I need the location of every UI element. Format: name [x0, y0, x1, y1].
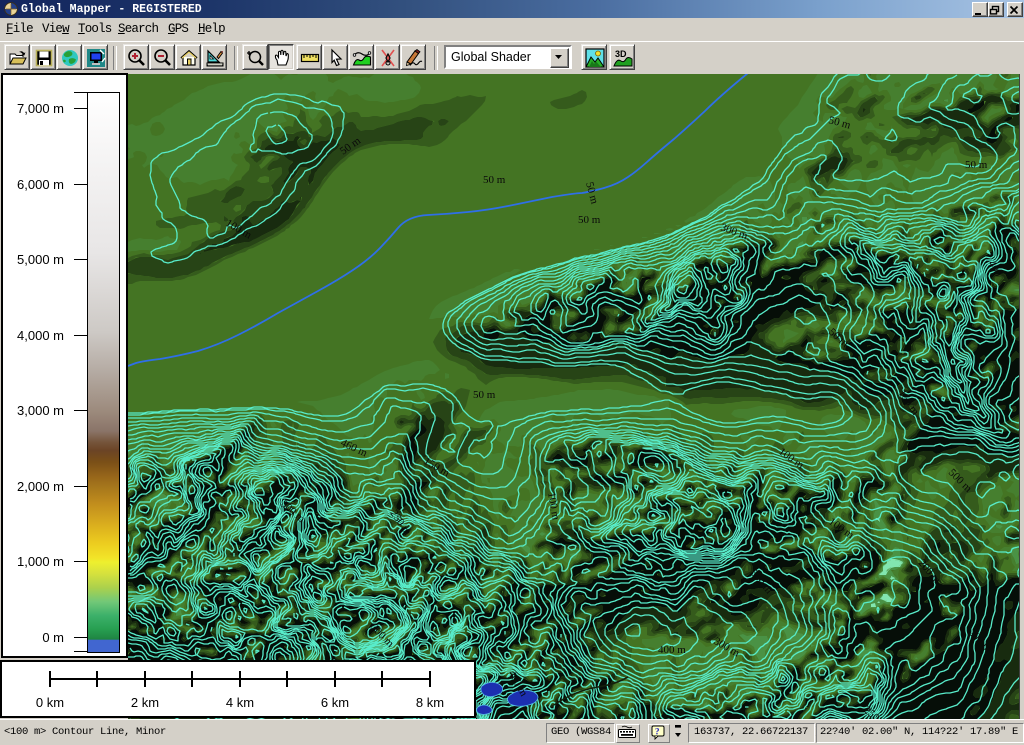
- svg-text:50 m: 50 m: [965, 159, 988, 171]
- svg-text:400 m: 400 m: [658, 644, 686, 656]
- svg-text:?: ?: [655, 727, 659, 737]
- svg-text:3D: 3D: [615, 49, 627, 59]
- svg-text:50 m: 50 m: [483, 174, 506, 186]
- svg-text:50 m: 50 m: [473, 389, 496, 401]
- svg-text:50 m: 50 m: [578, 214, 601, 226]
